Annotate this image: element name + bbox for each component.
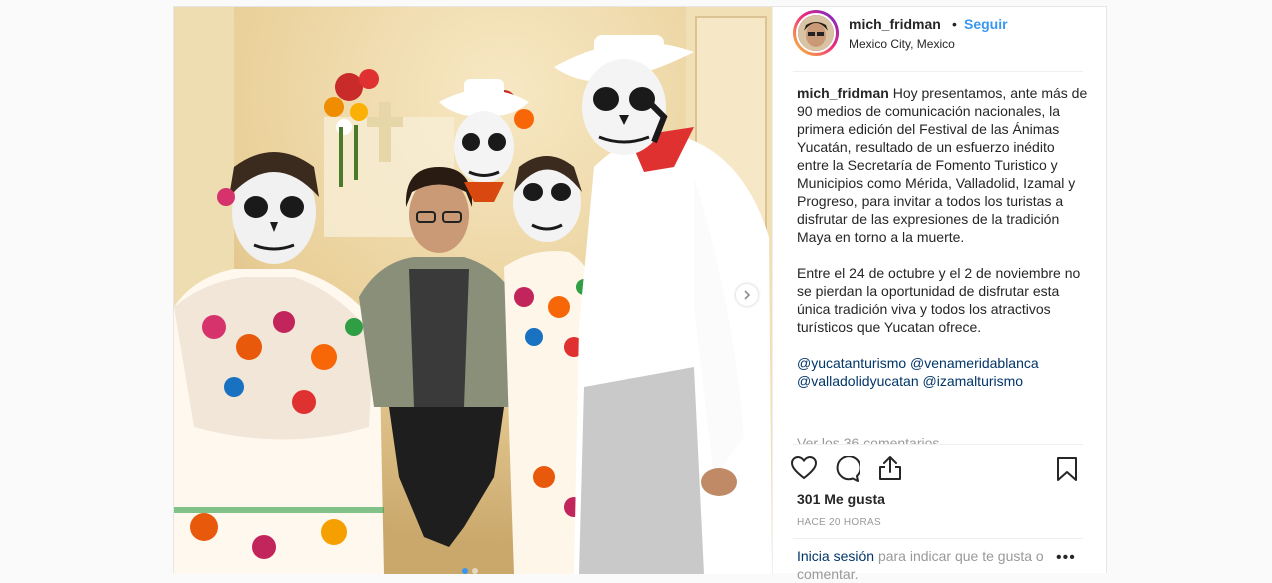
save-button[interactable] [1056,456,1078,487]
mention-link[interactable]: @yucatanturismo [797,355,906,371]
login-link[interactable]: Inicia sesión [797,548,874,564]
caption-paragraph-1: mich_fridman Hoy presentamos, ante más d… [797,84,1089,246]
avatar[interactable] [793,10,839,56]
carousel-dot [472,568,478,574]
login-prompt: Inicia sesión para indicar que te gusta … [797,547,1067,583]
caption-mentions: @yucatanturismo @venameridablanca @valla… [797,354,1089,390]
caption-text-1: Hoy presentamos, ante más de 90 medios d… [797,85,1088,245]
caption-username[interactable]: mich_fridman [797,85,889,101]
carousel-next-button[interactable] [736,284,758,306]
mention-link[interactable]: @venameridablanca [910,355,1039,371]
divider [793,71,1083,72]
comment-button[interactable] [834,455,862,487]
share-button[interactable] [878,455,902,486]
instagram-post: mich_fridman • Seguir Mexico City, Mexic… [173,6,1107,582]
bookmark-icon [1057,457,1077,481]
header-username[interactable]: mich_fridman [849,16,941,32]
photo-illustration [174,7,772,574]
mention-link[interactable]: @valladolidyucatan [797,373,919,389]
view-comments-link[interactable]: Ver los 36 comentarios [797,434,939,444]
share-icon [879,456,901,480]
carousel-dot [462,568,468,574]
comment-icon [836,455,862,482]
post-side-panel: mich_fridman • Seguir Mexico City, Mexic… [772,7,1107,582]
more-options-button[interactable]: ••• [1056,550,1076,566]
likes-count[interactable]: 301 Me gusta [797,491,885,507]
heart-icon [790,455,818,480]
avatar-image [796,13,836,53]
post-timestamp: HACE 20 HORAS [797,517,881,528]
carousel-indicator [462,568,478,574]
divider [793,444,1083,445]
post-caption: mich_fridman Hoy presentamos, ante más d… [797,84,1089,390]
follow-button[interactable]: Seguir [964,16,1008,32]
mention-link[interactable]: @izamalturismo [923,373,1024,389]
like-button[interactable] [790,455,818,485]
caption-paragraph-2: Entre el 24 de octubre y el 2 de noviemb… [797,265,1081,335]
chevron-right-icon [744,290,751,300]
location-link[interactable]: Mexico City, Mexico [849,37,955,51]
post-header: mich_fridman • Seguir Mexico City, Mexic… [773,7,1107,71]
post-photo[interactable] [174,7,772,574]
divider [793,538,1083,539]
separator-dot: • [952,16,957,32]
avatar-face [798,15,834,51]
